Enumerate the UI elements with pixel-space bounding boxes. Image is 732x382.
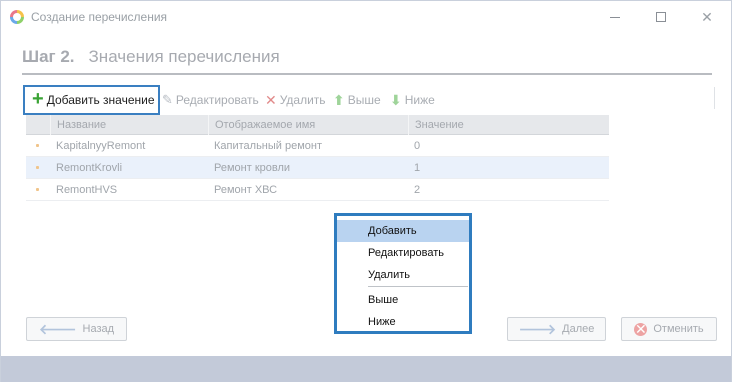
- add-value-label: Добавить значение: [46, 93, 155, 107]
- cancel-button[interactable]: ✕ Отменить: [621, 317, 717, 341]
- column-header-value[interactable]: Значение: [408, 115, 609, 135]
- values-table: Название Отображаемое имя Значение Kapit…: [26, 115, 609, 203]
- table-row[interactable]: RemontHVS Ремонт ХВС 2: [26, 179, 609, 201]
- arrow-down-icon: ⬇: [390, 91, 402, 108]
- cell-value: 1: [414, 162, 421, 174]
- maximize-icon: [656, 12, 666, 22]
- cell-value: 2: [414, 184, 421, 196]
- cell-value: 0: [414, 140, 421, 152]
- column-header-display[interactable]: Отображаемое имя: [208, 115, 408, 135]
- pencil-icon: ✎: [162, 92, 173, 107]
- step-title: Значения перечисления: [88, 47, 280, 66]
- delete-label: Удалить: [279, 93, 326, 107]
- maximize-button[interactable]: [638, 1, 684, 33]
- row-indicator-icon: [36, 166, 39, 169]
- context-menu-add[interactable]: Добавить: [337, 220, 469, 242]
- back-button[interactable]: 🡐 Назад: [26, 317, 127, 341]
- delete-icon: ✕: [265, 91, 277, 108]
- arrow-up-icon: ⬆: [333, 91, 345, 108]
- app-logo-icon: [10, 10, 24, 24]
- window-title: Создание перечисления: [31, 10, 168, 24]
- move-down-button[interactable]: ⬇ Ниже: [390, 85, 435, 115]
- row-indicator-icon: [36, 144, 39, 147]
- move-up-label: Выше: [347, 93, 381, 107]
- row-indicator-header: [26, 115, 50, 135]
- dialog-window: Создание перечисления ✕ Шаг 2. Значения п…: [0, 0, 732, 382]
- plus-icon: +: [32, 88, 44, 110]
- toolbar-divider: [714, 87, 715, 109]
- context-menu-delete[interactable]: Удалить: [337, 264, 469, 286]
- context-menu-edit[interactable]: Редактировать: [337, 242, 469, 264]
- back-label: Назад: [82, 323, 115, 335]
- footer-bar: [1, 356, 731, 382]
- step-number: Шаг 2.: [22, 47, 75, 66]
- move-up-button[interactable]: ⬆ Выше: [333, 85, 381, 115]
- cell-name: KapitalnyyRemont: [56, 140, 146, 152]
- context-menu-down[interactable]: Ниже: [337, 311, 469, 333]
- cancel-icon: ✕: [634, 320, 648, 337]
- minimize-icon: [610, 16, 620, 18]
- add-value-button[interactable]: + Добавить значение: [23, 85, 160, 115]
- context-menu-divider: [368, 286, 468, 287]
- table-header: Название Отображаемое имя Значение: [26, 115, 609, 135]
- context-menu-up[interactable]: Выше: [337, 289, 469, 311]
- context-menu: Добавить Редактировать Удалить Выше Ниже: [334, 213, 472, 334]
- cancel-label: Отменить: [653, 323, 704, 335]
- arrow-left-icon: 🡐: [38, 320, 77, 337]
- row-indicator-icon: [36, 188, 39, 191]
- edit-label: Редактировать: [175, 93, 259, 107]
- step-divider: [22, 73, 712, 75]
- step-header: Шаг 2. Значения перечисления: [22, 47, 280, 67]
- cell-name: RemontKrovli: [56, 162, 123, 174]
- minimize-button[interactable]: [592, 1, 638, 33]
- table-row[interactable]: RemontKrovli Ремонт кровли 1: [26, 157, 609, 179]
- cell-display: Ремонт ХВС: [214, 184, 278, 196]
- title-bar: Создание перечисления ✕: [1, 1, 731, 33]
- cell-display: Ремонт кровли: [214, 162, 291, 174]
- table-row[interactable]: KapitalnyyRemont Капитальный ремонт 0: [26, 135, 609, 157]
- column-header-name[interactable]: Название: [50, 115, 208, 135]
- arrow-right-icon: 🡒: [518, 320, 557, 337]
- close-button[interactable]: ✕: [684, 1, 730, 33]
- next-label: Далее: [562, 323, 595, 335]
- cell-name: RemontHVS: [56, 184, 118, 196]
- next-button[interactable]: 🡒 Далее: [507, 317, 606, 341]
- edit-button[interactable]: ✎ Редактировать: [162, 85, 259, 115]
- close-icon: ✕: [701, 8, 713, 25]
- delete-button[interactable]: ✕ Удалить: [265, 85, 326, 115]
- cell-display: Капитальный ремонт: [214, 140, 323, 152]
- move-down-label: Ниже: [404, 93, 435, 107]
